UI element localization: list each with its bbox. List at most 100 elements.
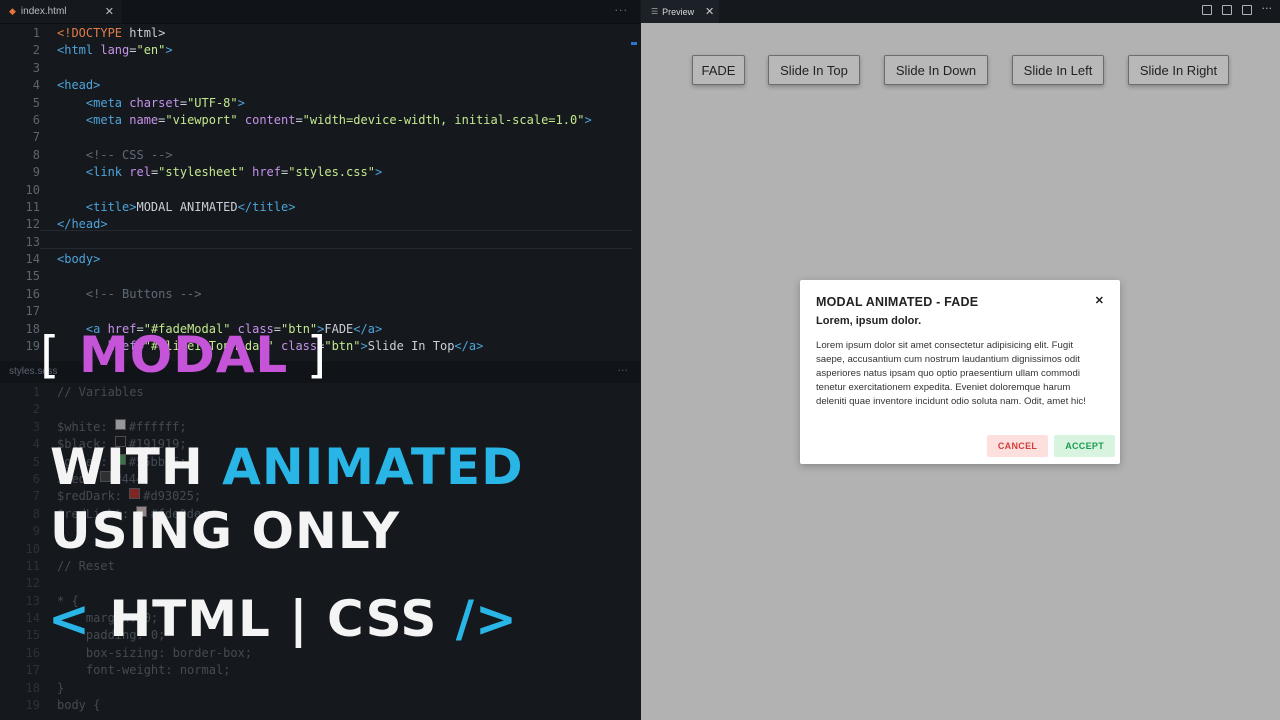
code-token: "viewport" — [165, 112, 238, 127]
code-token: "en" — [136, 43, 166, 58]
line-number: 5 — [32, 95, 40, 110]
code-line: 18} — [0, 680, 640, 697]
code-token: html> — [122, 26, 166, 40]
line-number: 5 — [32, 454, 40, 469]
code-pane-html[interactable]: 1 <!DOCTYPE html> 2 <html lang = "en" >3 4 <head… — [0, 25, 640, 355]
line-number: 6 — [32, 471, 40, 486]
lt-symbol: < — [48, 590, 91, 648]
close-icon[interactable]: ✕ — [105, 5, 114, 18]
terminal-icon[interactable] — [1221, 5, 1232, 15]
code-token: "stylesheet" — [158, 165, 245, 180]
code-token: <meta — [85, 112, 123, 127]
more-actions-icon[interactable]: ··· — [615, 4, 629, 17]
fade-button[interactable]: FADE — [692, 55, 745, 85]
code-line: 7 — [0, 129, 640, 146]
code-token: </title> — [237, 199, 296, 214]
slash-gt-symbol: /> — [455, 590, 518, 648]
code-token: Slide In Top — [367, 339, 455, 354]
modal-actions: CANCEL ACCEPT — [986, 435, 1115, 457]
code-token: // Variables — [57, 385, 144, 399]
line-number: 3 — [32, 419, 40, 434]
line-number: 1 — [32, 385, 40, 399]
split-editor-icon[interactable] — [1241, 5, 1252, 15]
code-token: = — [129, 43, 137, 58]
slide-in-top-button[interactable]: Slide In Top — [768, 55, 860, 85]
line-number: 8 — [32, 147, 40, 162]
code-line: 9 <link rel = "stylesheet" href = "styles.cs… — [0, 164, 640, 181]
code-token: // Reset — [57, 558, 115, 573]
preview-tab-label: Preview — [662, 6, 695, 17]
code-line: 10 — [0, 182, 640, 199]
preview-pane: ☰ Preview ✕ ··· FADE Slide In Top Slide … — [641, 0, 1280, 720]
line-number: 4 — [32, 78, 40, 93]
line-number: 9 — [32, 524, 40, 539]
code-token: <body> — [57, 252, 101, 267]
code-token: <!DOCTYPE — [57, 26, 123, 40]
modal-title: MODAL ANIMATED - FADE — [816, 295, 979, 309]
line-number: 2 — [32, 402, 40, 417]
code-line: 15 — [0, 268, 640, 285]
code-token: = — [295, 112, 303, 127]
line-number: 17 — [25, 663, 40, 678]
code-line: 12 </head> — [0, 216, 640, 233]
line-number: 4 — [32, 437, 40, 452]
bracket-open: [ — [40, 326, 61, 384]
slide-in-right-button[interactable]: Slide In Right — [1128, 55, 1229, 85]
slide-in-left-button[interactable]: Slide In Left — [1012, 55, 1104, 85]
slide-in-down-button[interactable]: Slide In Down — [884, 55, 988, 85]
line-number: 10 — [25, 541, 40, 556]
code-token: </a> — [454, 339, 484, 354]
code-token: #ffffff; — [128, 419, 187, 434]
code-line: 1 // Variables — [0, 384, 640, 401]
line-number: 18 — [25, 680, 40, 695]
code-line: 14 <body> — [0, 251, 640, 268]
close-icon[interactable]: ✕ — [705, 5, 714, 18]
code-token: </head> — [57, 217, 108, 232]
code-token: rel — [122, 165, 151, 180]
line-number: 7 — [32, 130, 40, 145]
code-token: href — [244, 165, 281, 180]
bracket-close: ] — [306, 326, 328, 384]
code-token: <html — [57, 43, 94, 58]
tab-index-html[interactable]: ◆ index.html ✕ — [0, 0, 122, 23]
more-actions-icon[interactable]: ··· — [618, 364, 629, 377]
code-token: <meta — [85, 95, 123, 110]
line-number: 12 — [25, 217, 40, 232]
line-number: 17 — [25, 304, 40, 319]
line-number: 11 — [25, 558, 40, 573]
code-line: 3 $white: #ffffff; — [0, 418, 640, 436]
more-actions-icon[interactable]: ··· — [1262, 3, 1273, 15]
line-number: 3 — [32, 60, 40, 75]
line-number: 14 — [25, 252, 40, 267]
code-token: "UTF-8" — [187, 95, 238, 110]
code-line: 2 <html lang = "en" > — [0, 42, 640, 59]
code-token: > — [374, 165, 383, 180]
line-number: 19 — [25, 698, 40, 713]
animated-word: ANIMATED — [222, 438, 524, 496]
code-token: <link — [85, 165, 123, 180]
code-token: name — [122, 112, 159, 127]
code-token: > — [584, 112, 592, 127]
line-number: 6 — [32, 112, 40, 127]
cancel-button[interactable]: CANCEL — [986, 435, 1049, 457]
line-number: 11 — [25, 199, 40, 214]
code-line: 17 font-weight: normal; — [0, 662, 640, 679]
line-number: 2 — [32, 43, 40, 58]
code-line: 13 — [0, 234, 640, 251]
html-file-icon: ◆ — [9, 6, 16, 16]
code-token: MODAL ANIMATED — [136, 199, 238, 214]
code-token: </a> — [353, 321, 383, 336]
code-token: font-weight: normal; — [57, 663, 231, 678]
tab-label: index.html — [20, 6, 67, 17]
code-line: 4 <head> — [0, 77, 640, 94]
line-number: 13 — [25, 234, 40, 249]
overlay-with-animated: WITH ANIMATED — [50, 438, 524, 496]
save-icon[interactable] — [1201, 5, 1212, 15]
accept-button[interactable]: ACCEPT — [1054, 435, 1115, 457]
preview-icon: ☰ — [651, 7, 659, 16]
close-icon[interactable]: ✕ — [1095, 294, 1104, 307]
